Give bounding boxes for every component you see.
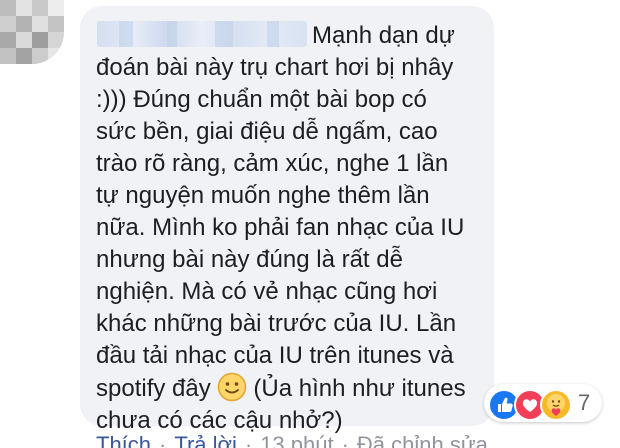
comment-line: đầu tải nhạc của IU trên itunes và [96,342,454,369]
reaction-count: 7 [578,390,591,415]
separator-dot: · [341,432,349,448]
comment-line: trào rõ ràng, cảm xúc, nghe 1 lần [96,150,449,177]
comment-line: Mạnh dạn dự [312,22,455,49]
comment-line: đoán bài này trụ chart hơi bị nhây [96,54,454,81]
comment-line: spotify đây [96,375,211,402]
commenter-avatar[interactable] [0,0,64,64]
comment-line: nghiện. Mà có vẻ nhạc cũng hơi [96,278,438,305]
like-link[interactable]: Thích [96,432,151,448]
edited-label[interactable]: Đã chỉnh sửa [357,432,488,448]
separator-dot: · [244,432,253,448]
comment-body: Mạnh dạn dự đoán bài này trụ chart hơi b… [96,20,484,437]
reply-link[interactable]: Trả lời [174,432,237,448]
care-icon [540,389,572,421]
comment-actions: Thích · Trả lời · 13 phút · Đã chỉnh sửa [96,430,488,448]
comment-screenshot: Mạnh dạn dự đoán bài này trụ chart hơi b… [0,0,620,448]
comment-line: (Ủa hình như itunes [253,375,466,402]
comment-line: nữa. Mình ko phải fan nhạc của IU [96,214,465,241]
comment-line: nhưng bài này đúng là rất dễ [96,246,403,273]
comment-timestamp[interactable]: 13 phút [260,432,333,448]
comment-line: sức bền, giai điệu dễ ngấm, cao [96,118,438,145]
comment-line: khác những bài trước của IU. Lần [96,310,457,337]
slightly-smiling-face-icon [218,372,247,402]
comment-line: tự nguyện muốn nghe thêm lần [96,182,430,209]
comment-line: :))) Đúng chuẩn một bài bop có [96,86,427,113]
separator-dot: · [159,432,167,448]
